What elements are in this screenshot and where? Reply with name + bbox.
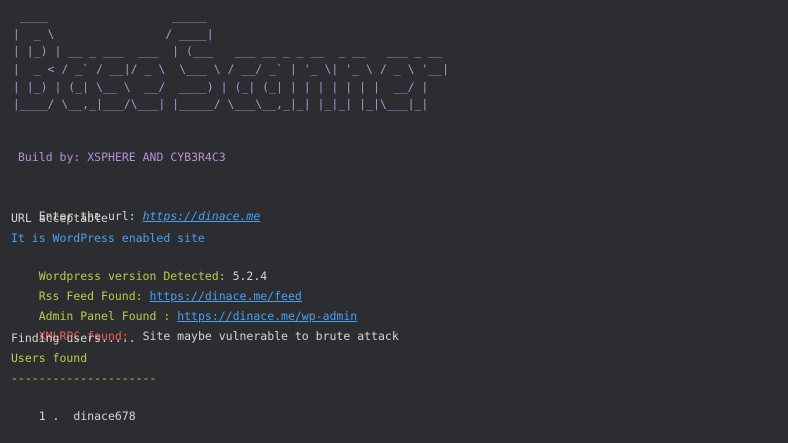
banner-line: | _ \ / ____| xyxy=(6,26,214,41)
admin-panel-line: Admin Panel Found : https://dinace.me/wp… xyxy=(11,289,358,323)
user-name: dinace678 xyxy=(59,409,136,423)
ascii-banner: ____ _____ | _ \ / ____| | |_) | __ _ __… xyxy=(6,8,449,114)
wordpress-detected-text: It is WordPress enabled site xyxy=(11,231,205,245)
rss-feed-line: Rss Feed Found: https://dinace.me/feed xyxy=(11,269,302,303)
banner-line: ____ _____ xyxy=(6,9,207,23)
xmlrpc-line: XMLRPC found: Site maybe vulnerable to b… xyxy=(11,309,399,343)
user-entry: 1 . dinace678 xyxy=(11,389,136,423)
users-found-text: Users found xyxy=(11,351,88,365)
entered-url-link[interactable]: https://dinace.me xyxy=(143,209,261,223)
finding-users-text: Finding users..... xyxy=(11,331,136,345)
enter-url-line: Enter the url: https://dinace.me xyxy=(11,189,261,223)
separator-line: --------------------- xyxy=(11,371,157,385)
xmlrpc-warning: Site maybe vulnerable to brute attack xyxy=(128,329,399,343)
url-acceptable-text: URL acceptable xyxy=(11,211,108,225)
banner-line: |____/ \__,_|___/\___| |_____/ \___\__,_… xyxy=(6,97,429,112)
build-credit: Build by: XSPHERE AND CYB3R4C3 xyxy=(18,150,226,164)
banner-line: | |_) | (_| \__ \ __/ ____) | (_| (_| | … xyxy=(6,79,429,94)
banner-line: | |_) | __ _ ___ ___ | (___ ___ __ _ _ _… xyxy=(6,44,443,59)
wp-version-line: Wordpress version Detected: 5.2.4 xyxy=(11,249,268,283)
user-index: 1 . xyxy=(38,409,60,423)
banner-line: | _ < / _` / __|/ _ \ \___ \ / __/ _` | … xyxy=(6,62,450,77)
